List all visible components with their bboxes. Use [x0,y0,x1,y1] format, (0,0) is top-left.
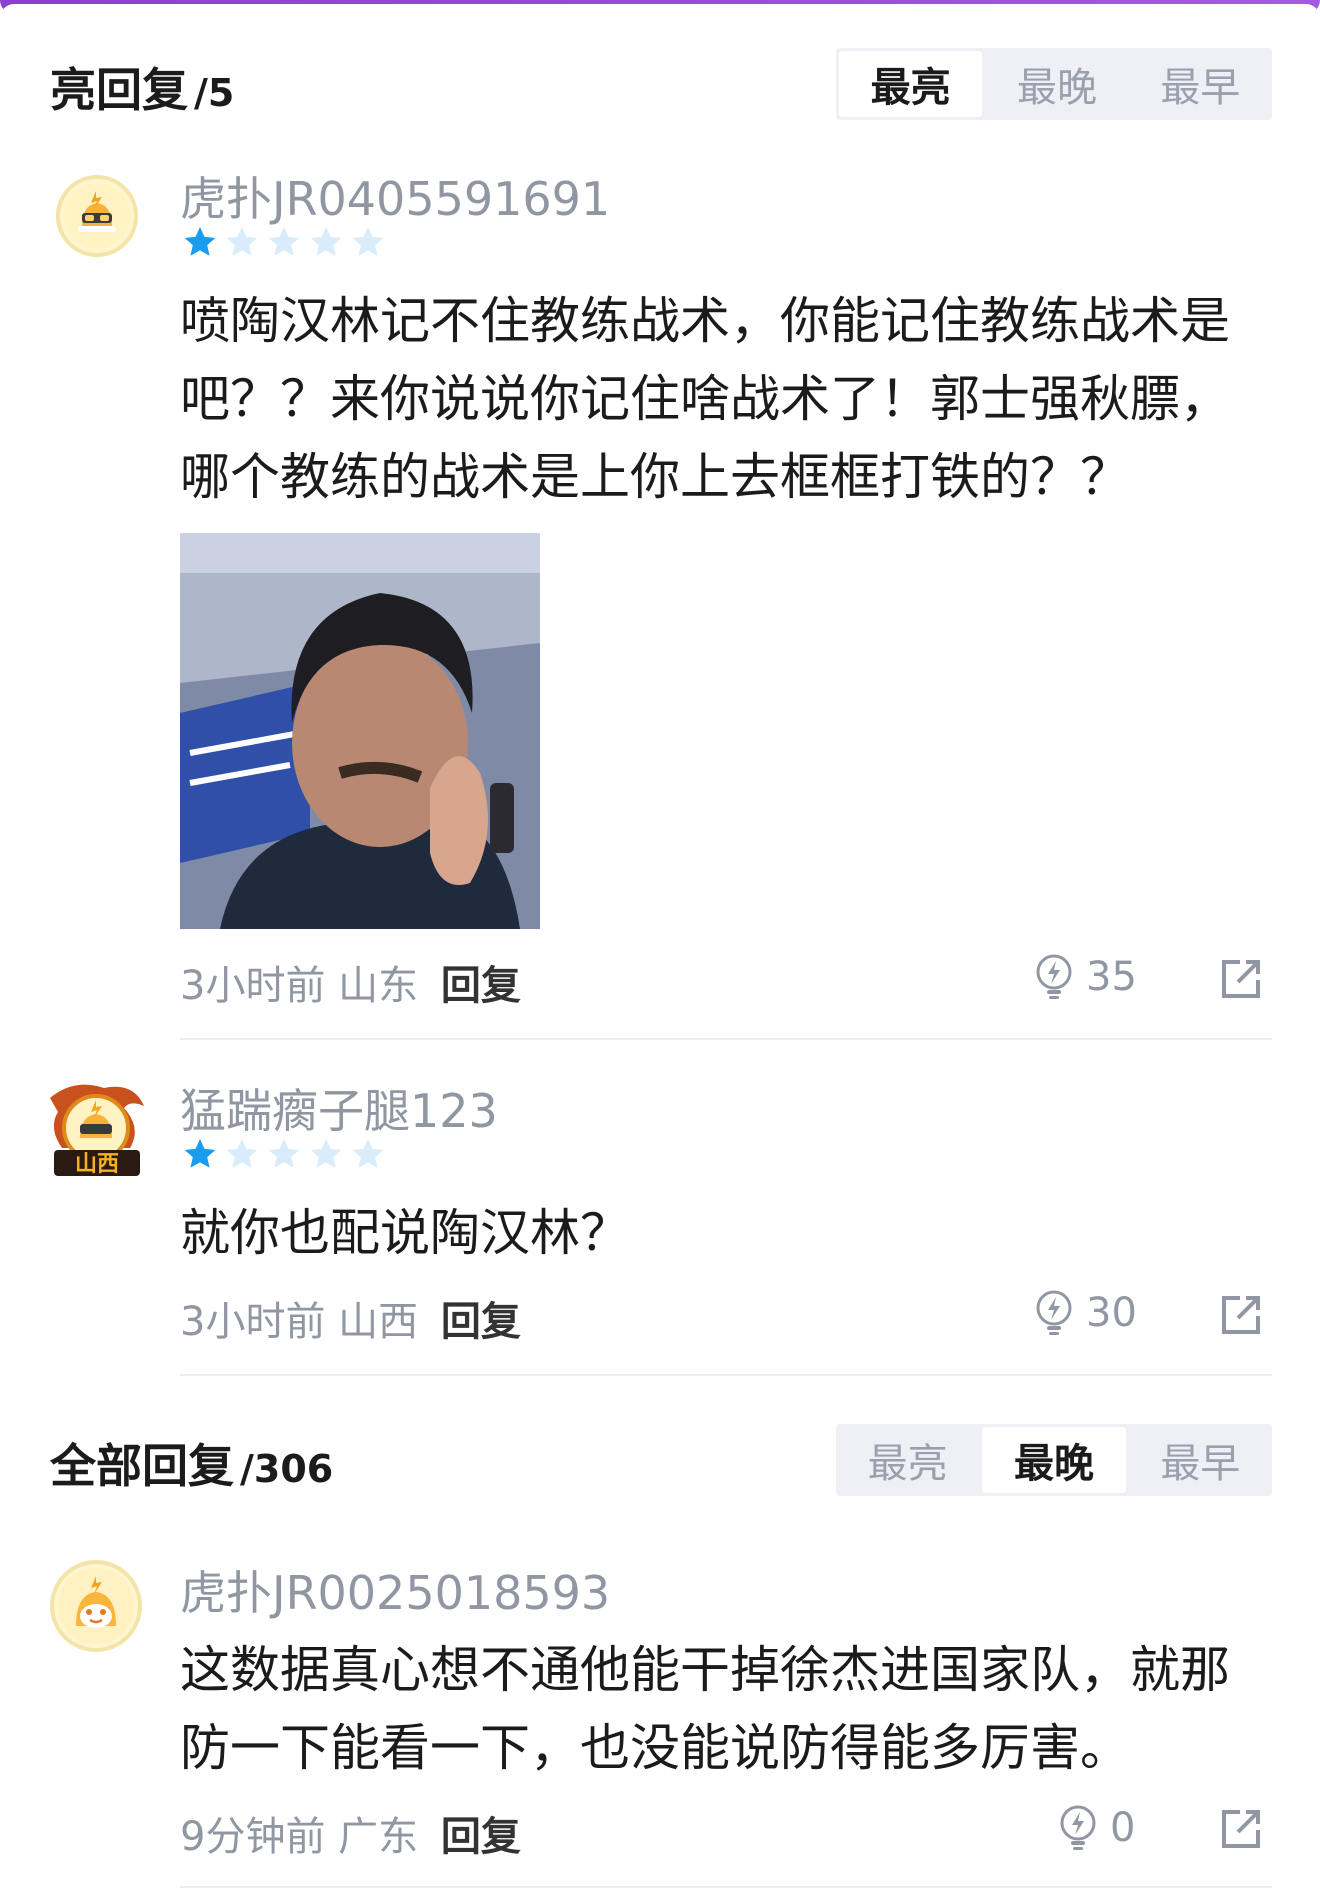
all-sort-latest[interactable]: 最晚 [982,1427,1126,1493]
star-filled-icon [184,227,216,256]
comment-divider [180,1886,1272,1888]
username[interactable]: 虎扑JR0405591691 [180,163,610,229]
rating-stars [182,1136,386,1172]
hot-replies-title: 亮回复/5 [50,54,234,120]
comment-location: 广东 [338,1814,419,1860]
star-empty-icon [268,227,300,256]
star-empty-icon [310,227,342,256]
star-empty-icon [310,1139,342,1168]
all-sort-brightest[interactable]: 最亮 [836,1424,979,1496]
comment-divider [180,1374,1272,1376]
star-filled-icon [184,1139,216,1168]
star-empty-icon [352,1139,384,1168]
reply-button[interactable]: 回复 [441,963,521,1009]
username[interactable]: 虎扑JR0025018593 [180,1557,610,1623]
comment-location: 山东 [338,963,419,1009]
all-replies-header: 全部回复/306 最亮 最晚 最早 [50,1424,1272,1496]
star-empty-icon [352,227,384,256]
comment-text: 喷陶汉林记不住教练战术，你能记住教练战术是吧？？来你说说你记住啥战术了！郭士强秋… [180,292,1230,506]
robot-avatar-icon [64,183,130,249]
like-count: 35 [1086,954,1137,1000]
avatar[interactable] [50,1560,142,1652]
like-count: 0 [1110,1805,1136,1851]
light-button[interactable]: 30 [1032,1289,1137,1337]
comment-time: 9分钟前 [180,1814,326,1860]
comment-meta: 3小时前 山西 回复 [180,1289,521,1347]
hot-sort-earliest[interactable]: 最早 [1129,48,1272,120]
comment-text: 这数据真心想不通他能干掉徐杰进国家队，就那防一下能看一下，也没能说防得能多厉害。 [180,1641,1230,1777]
light-button[interactable]: 0 [1056,1804,1135,1852]
star-empty-icon [268,1139,300,1168]
all-replies-title: 全部回复/306 [50,1430,333,1496]
hot-sort-latest[interactable]: 最晚 [985,48,1128,120]
star-empty-icon [226,227,258,256]
share-icon[interactable] [1218,1806,1264,1852]
reply-button[interactable]: 回复 [441,1814,521,1860]
lightbulb-icon [1036,954,1072,999]
share-icon[interactable] [1218,1292,1264,1338]
hot-replies-title-text: 亮回复 [50,63,188,117]
username[interactable]: 猛踹瘸子腿123 [180,1075,498,1141]
all-sort-earliest[interactable]: 最早 [1129,1424,1272,1496]
comment-image[interactable] [180,533,540,929]
light-button[interactable]: 35 [1032,953,1137,1001]
comment-time: 3小时前 [180,1299,326,1345]
comment-meta: 9分钟前 广东 回复 [180,1804,521,1862]
reaction-photo [180,533,540,929]
like-count: 30 [1086,1290,1137,1336]
rating-stars [182,224,386,260]
all-sort-tabs: 最亮 最晚 最早 [836,1424,1272,1496]
hot-sort-tabs: 最亮 最晚 最早 [836,48,1272,120]
hot-replies-count: /5 [194,71,235,115]
reply-button[interactable]: 回复 [441,1299,521,1345]
badge-label-shanxi: 山西 [75,1152,119,1177]
lightbulb-icon [1036,1290,1072,1335]
avatar[interactable] [56,175,138,257]
top-sheet-edge [0,4,1320,18]
all-replies-title-text: 全部回复 [50,1439,234,1493]
hot-replies-header: 亮回复/5 最亮 最晚 最早 [50,48,1272,120]
all-replies-count: /306 [240,1447,334,1491]
comment-location: 山西 [338,1299,419,1345]
comment-divider [180,1038,1272,1040]
comment-text: 就你也配说陶汉林？ [180,1204,630,1262]
default-avatar-icon [58,1568,134,1644]
share-icon[interactable] [1218,956,1264,1002]
comment-meta: 3小时前 山东 回复 [180,953,521,1011]
star-empty-icon [226,1139,258,1168]
hot-sort-brightest[interactable]: 最亮 [839,51,983,117]
lightbulb-icon [1060,1805,1096,1850]
comment-time: 3小时前 [180,963,326,1009]
avatar[interactable]: 山西 [44,1078,148,1182]
dragon-badge-avatar-icon: 山西 [50,1084,144,1177]
